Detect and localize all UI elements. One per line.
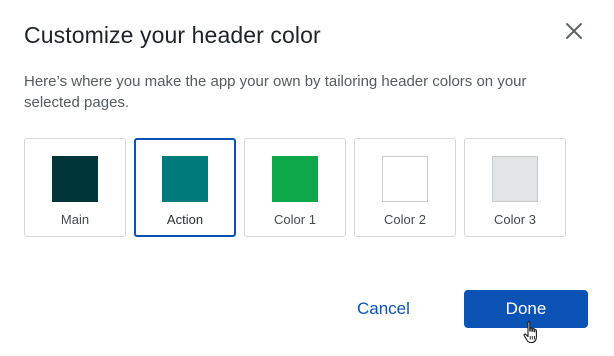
dialog-description: Here’s where you make the app your own b… (24, 73, 527, 111)
header-divider (0, 56, 614, 57)
swatch-color-1[interactable]: Color 1 (244, 138, 346, 237)
swatch-color-3[interactable]: Color 3 (464, 138, 566, 237)
swatch-label: Color 3 (494, 212, 536, 227)
swatch-main[interactable]: Main (24, 138, 126, 237)
swatch-color-chip (272, 156, 318, 202)
swatch-label: Main (60, 212, 90, 227)
done-button[interactable]: Done (464, 290, 588, 328)
swatch-color-chip (492, 156, 538, 202)
color-swatch-list: Main Action Color 1 Color 2 Color 3 (24, 138, 566, 237)
swatch-color-chip (52, 156, 98, 202)
close-button[interactable] (563, 20, 585, 42)
swatch-label: Color 1 (274, 212, 316, 227)
cancel-button[interactable]: Cancel (357, 299, 410, 319)
close-icon (566, 23, 582, 39)
swatch-action[interactable]: Action (134, 138, 236, 237)
swatch-label: Color 2 (384, 212, 426, 227)
swatch-color-chip (382, 156, 428, 202)
swatch-color-2[interactable]: Color 2 (354, 138, 456, 237)
dialog-title: Customize your header color (24, 22, 321, 48)
swatch-label: Action (166, 212, 204, 227)
swatch-color-chip (162, 156, 208, 202)
customize-header-color-dialog: Customize your header color Here’s where… (0, 0, 614, 356)
